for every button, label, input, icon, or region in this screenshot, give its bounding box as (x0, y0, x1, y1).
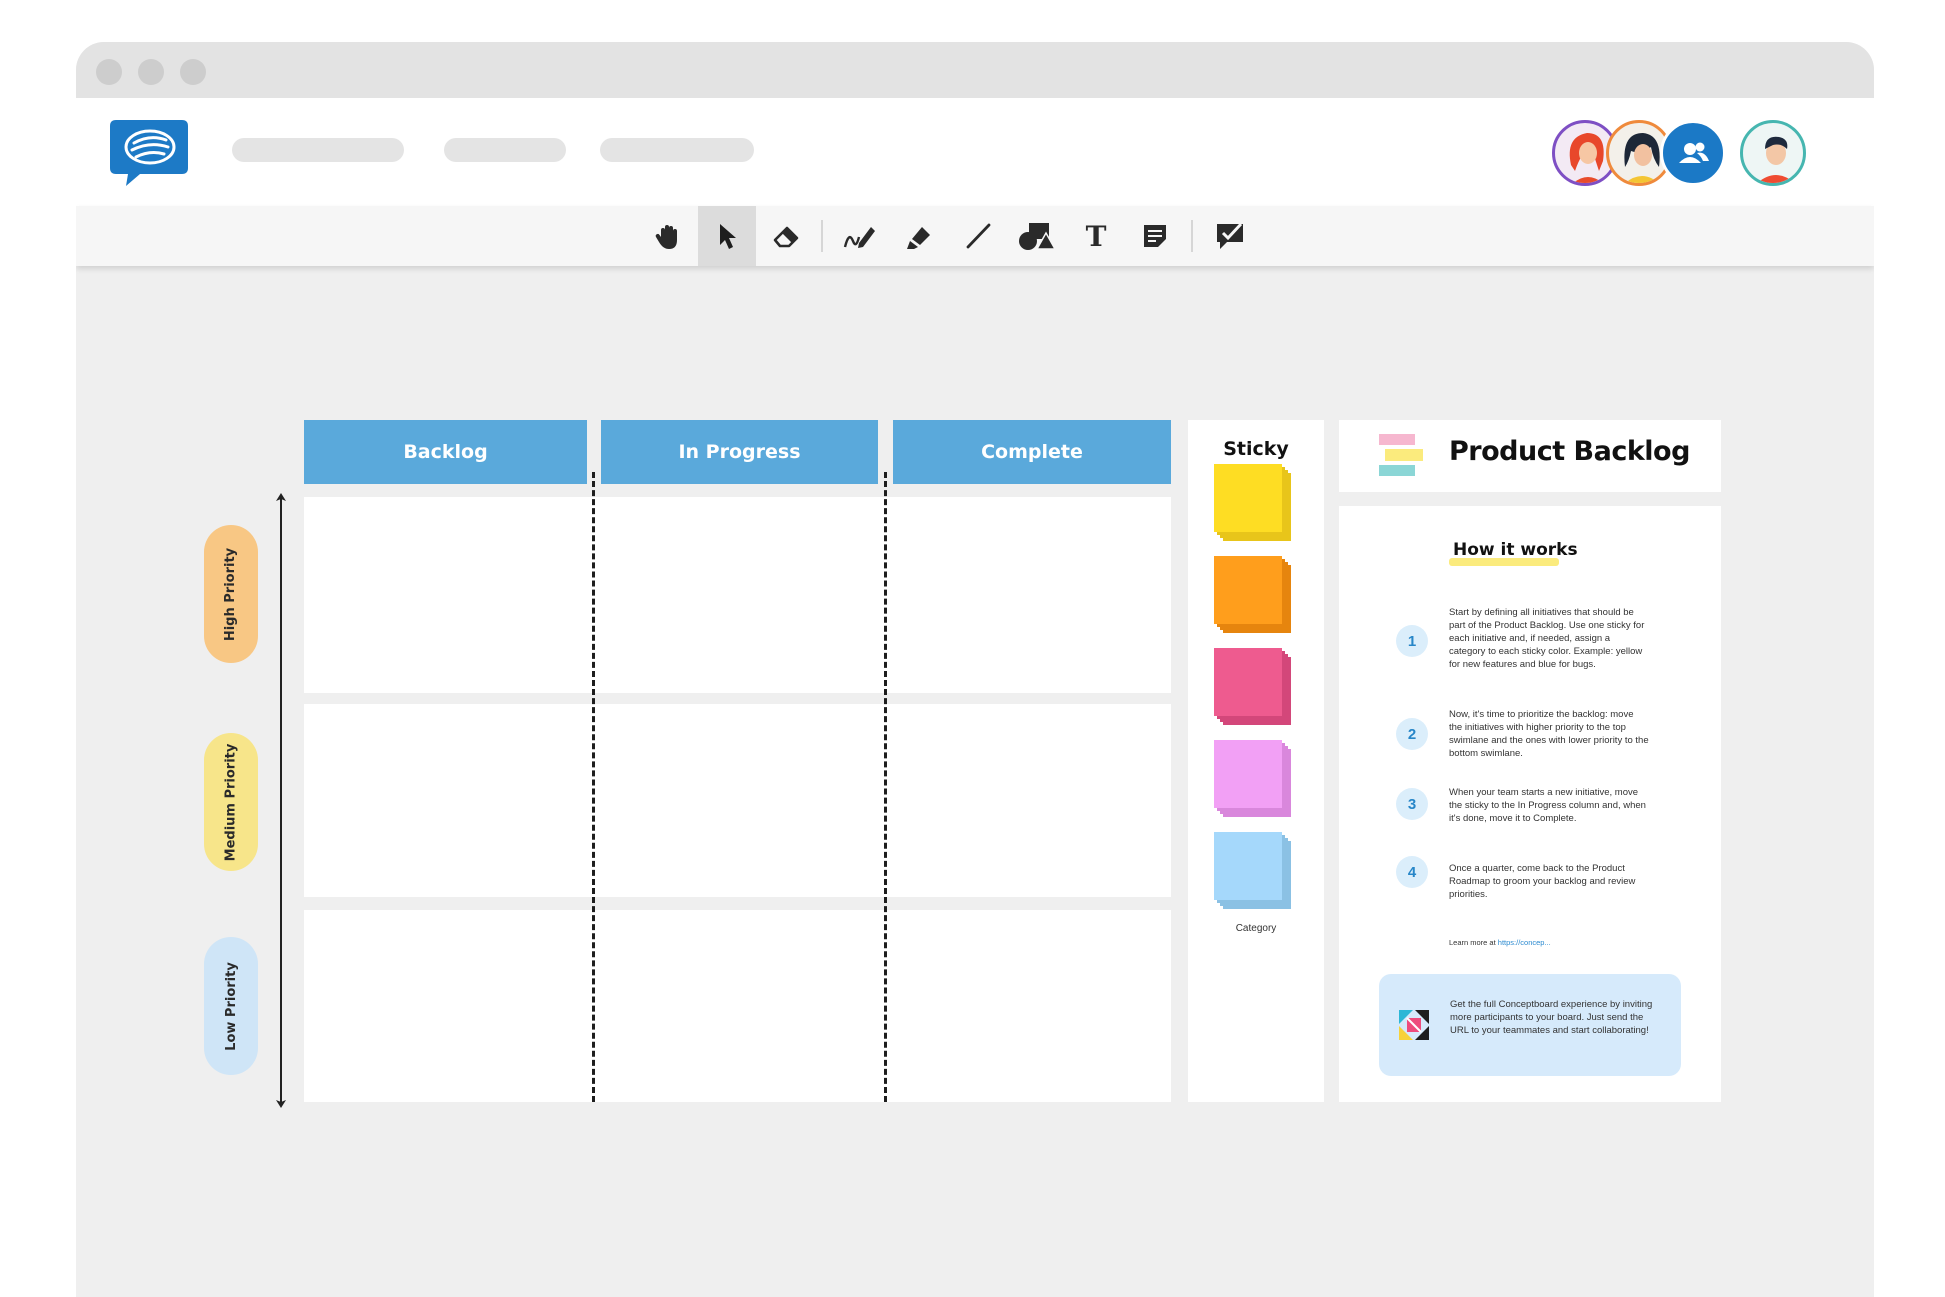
sticky-category-label: Category (1235, 923, 1277, 934)
stacked-stickies-icon (1379, 434, 1423, 476)
how-it-works-title: How it works (1453, 540, 1578, 560)
how-it-works-panel: How it works 1 Start by defining all ini… (1339, 506, 1721, 1102)
priority-label-medium: Medium Priority (204, 733, 258, 871)
sticky-note-stack[interactable]: Category (1214, 464, 1298, 566)
sticky-note-stack[interactable]: Category (1214, 832, 1298, 934)
sticky-note-stack[interactable]: Category (1214, 648, 1298, 750)
sticky-note[interactable] (1214, 832, 1282, 900)
sticky-note[interactable] (1214, 740, 1282, 808)
swimlane-low-priority[interactable] (304, 910, 1171, 1102)
invite-promo-card: Get the full Conceptboard experience by … (1379, 974, 1681, 1076)
app-window: T Backlog In Progress Complete High Prio… (76, 42, 1874, 1297)
priority-axis (280, 497, 282, 1102)
step-text-3: When your team starts a new initiative, … (1449, 787, 1646, 824)
swimlane-high-priority[interactable] (304, 497, 1171, 693)
board-canvas[interactable]: Backlog In Progress Complete High Priori… (76, 42, 1874, 1297)
sticky-note-stack[interactable]: Category (1214, 740, 1298, 842)
step-text-1: Start by defining all initiatives that s… (1449, 607, 1645, 670)
step-number-2: 2 (1396, 718, 1428, 750)
column-header-complete: Complete (893, 420, 1171, 484)
column-divider (592, 472, 595, 1102)
learn-more-link[interactable]: https://concep... (1498, 938, 1551, 947)
step-number-4: 4 (1396, 856, 1428, 888)
axis-arrow-up-icon (276, 493, 286, 501)
learn-more: Learn more at https://concep... (1449, 938, 1551, 947)
sticky-note-stash: Sticky Note Stash CategoryCategoryCatego… (1188, 420, 1324, 1102)
step-text-4: Once a quarter, come back to the Product… (1449, 863, 1636, 900)
sticky-note-stack[interactable]: Category (1214, 556, 1298, 658)
panel-title: Product Backlog (1449, 436, 1690, 467)
column-header-backlog: Backlog (304, 420, 587, 484)
swimlane-medium-priority[interactable] (304, 704, 1171, 897)
column-header-in-progress: In Progress (601, 420, 878, 484)
sticky-note[interactable] (1214, 648, 1282, 716)
promo-text: Get the full Conceptboard experience by … (1450, 999, 1653, 1036)
sticky-note[interactable] (1214, 556, 1282, 624)
step-text-2: Now, it's time to prioritize the backlog… (1449, 709, 1649, 759)
priority-label-high: High Priority (204, 525, 258, 663)
step-number-3: 3 (1396, 788, 1428, 820)
conceptboard-icon (1399, 1010, 1429, 1040)
sticky-note[interactable] (1214, 464, 1282, 532)
column-divider (884, 472, 887, 1102)
axis-arrow-down-icon (276, 1100, 286, 1108)
product-backlog-header: Product Backlog (1339, 420, 1721, 492)
priority-label-low: Low Priority (204, 937, 258, 1075)
step-number-1: 1 (1396, 625, 1428, 657)
